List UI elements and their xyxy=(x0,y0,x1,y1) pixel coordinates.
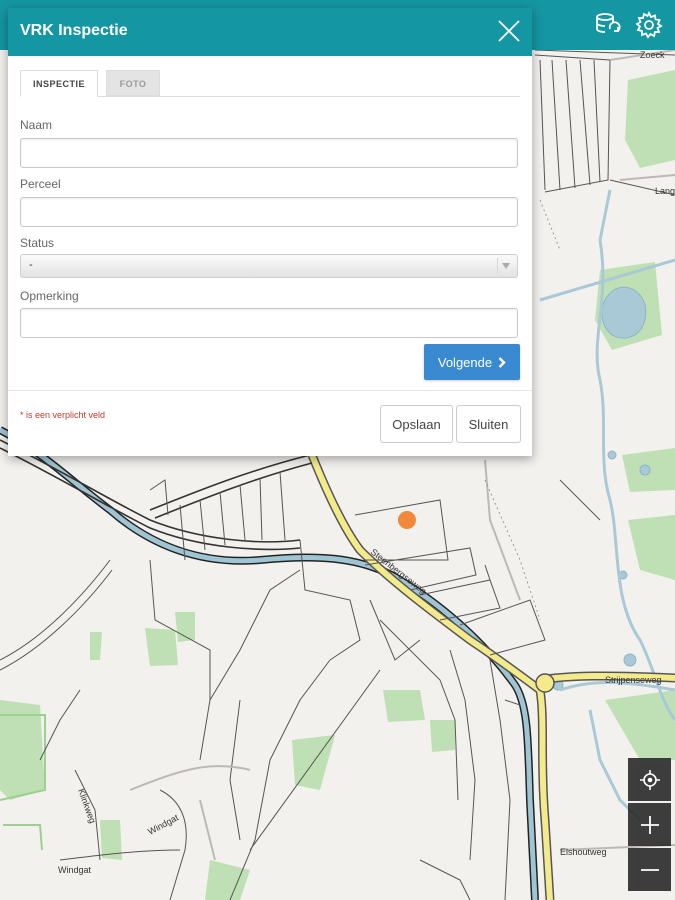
footer-divider xyxy=(8,390,532,391)
chevron-right-icon xyxy=(498,356,506,368)
save-button[interactable]: Opslaan xyxy=(380,405,453,443)
street-label: Windgat xyxy=(58,865,92,875)
required-field-note: * is een verplicht veld xyxy=(20,410,106,420)
dialog-tabs: INSPECTIE FOTO xyxy=(20,70,520,97)
close-icon[interactable] xyxy=(496,18,522,44)
zoom-out-icon xyxy=(640,868,659,871)
naam-input[interactable] xyxy=(20,138,518,168)
perceel-label: Perceel xyxy=(20,177,61,191)
dialog-title: VRK Inspectie xyxy=(20,22,128,39)
next-button[interactable]: Volgende xyxy=(424,344,520,380)
locate-icon xyxy=(639,769,660,790)
opmerking-label: Opmerking xyxy=(20,289,79,303)
tab-foto[interactable]: FOTO xyxy=(106,70,160,96)
street-label: Elshoutweg xyxy=(560,847,607,857)
database-sync-icon[interactable] xyxy=(590,8,624,42)
locate-button[interactable] xyxy=(628,758,671,801)
perceel-input[interactable] xyxy=(20,197,518,227)
zoom-in-icon xyxy=(640,815,659,834)
street-label: Zoeck xyxy=(640,50,665,60)
street-label: Strijpenseweg xyxy=(605,675,662,685)
street-label: Lang xyxy=(655,186,675,196)
zoom-in-button[interactable] xyxy=(628,803,671,846)
chevron-down-icon xyxy=(497,258,514,274)
close-button[interactable]: Sluiten xyxy=(456,405,521,443)
gear-icon[interactable] xyxy=(632,8,666,42)
location-marker[interactable] xyxy=(398,511,416,529)
dialog-header: VRK Inspectie xyxy=(8,8,532,56)
status-label: Status xyxy=(20,236,55,250)
inspection-dialog: VRK Inspectie INSPECTIE FOTO Naam Percee… xyxy=(8,8,532,456)
map-controls xyxy=(628,758,671,891)
naam-label: Naam xyxy=(20,118,53,132)
zoom-out-button[interactable] xyxy=(628,848,671,891)
tab-inspectie[interactable]: INSPECTIE xyxy=(20,70,98,97)
next-button-label: Volgende xyxy=(437,354,493,370)
status-select[interactable]: - xyxy=(20,254,518,278)
opmerking-input[interactable] xyxy=(20,308,518,338)
status-select-value: - xyxy=(29,259,33,271)
